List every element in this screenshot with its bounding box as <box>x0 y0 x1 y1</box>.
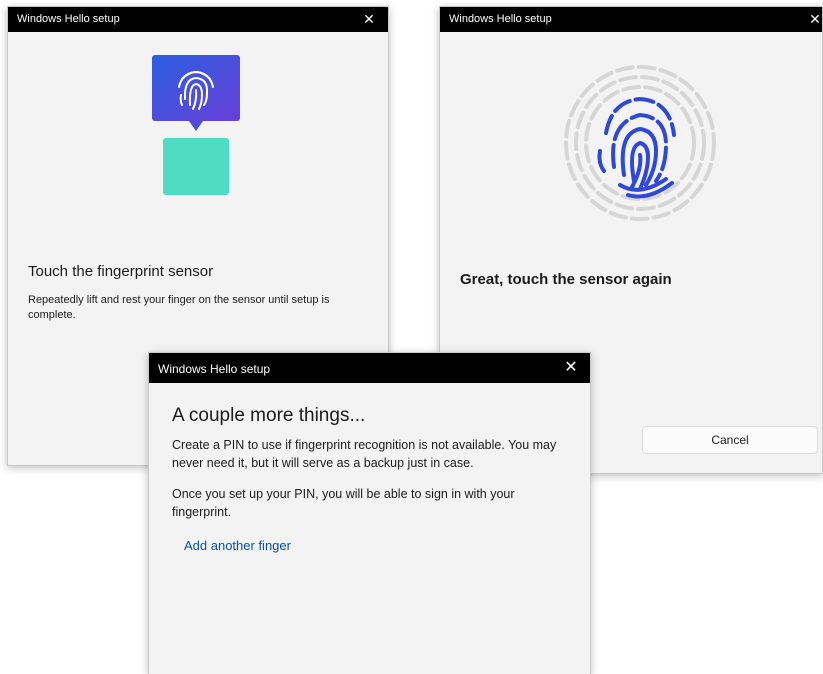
fingerprint-progress-icon <box>562 63 718 223</box>
page-title: A couple more things... <box>172 405 366 426</box>
dialog-more-things: Windows Hello setup ✕ A couple more thin… <box>148 352 591 674</box>
close-icon[interactable]: ✕ <box>560 358 582 378</box>
close-icon[interactable]: ✕ <box>358 9 380 29</box>
pin-explanation-text: Create a PIN to use if fingerprint recog… <box>172 438 557 470</box>
sensor-icon <box>163 138 229 195</box>
fingerprint-bubble-icon <box>152 55 240 133</box>
titlebar: Windows Hello setup ✕ <box>8 7 388 32</box>
window-title: Windows Hello setup <box>158 362 271 376</box>
page-title: Touch the fingerprint sensor <box>28 263 214 280</box>
cancel-button[interactable]: Cancel <box>642 426 818 454</box>
window-title: Windows Hello setup <box>17 13 120 25</box>
window-title: Windows Hello setup <box>449 13 552 25</box>
pin-signin-text: Once you set up your PIN, you will be ab… <box>172 487 515 519</box>
add-another-finger-link[interactable]: Add another finger <box>184 538 291 553</box>
titlebar: Windows Hello setup ✕ <box>440 7 822 32</box>
instruction-text: Repeatedly lift and rest your finger on … <box>28 294 330 321</box>
titlebar: Windows Hello setup ✕ <box>149 353 590 383</box>
close-icon[interactable]: ✕ <box>804 9 823 29</box>
page-title: Great, touch the sensor again <box>460 271 672 288</box>
